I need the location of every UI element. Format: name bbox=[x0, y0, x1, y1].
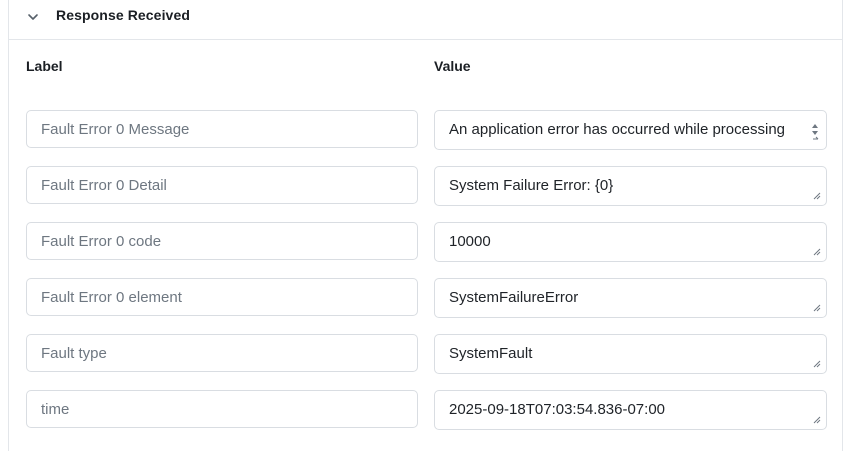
value-textarea[interactable]: SystemFailureError bbox=[434, 278, 827, 318]
section-title: Response Received bbox=[56, 7, 190, 23]
value-text: SystemFault bbox=[449, 345, 533, 362]
resize-handle-icon[interactable] bbox=[813, 416, 821, 424]
scroll-arrows-icon[interactable] bbox=[811, 122, 819, 140]
value-text: 2025-09-18T07:03:54.836-07:00 bbox=[449, 401, 666, 418]
value-text: An application error has occurred while … bbox=[449, 121, 786, 138]
resize-handle-icon[interactable] bbox=[813, 304, 821, 312]
value-text: 10000 bbox=[449, 233, 491, 250]
value-textarea[interactable]: 10000 bbox=[434, 222, 827, 262]
label-input[interactable]: Fault Error 0 Message bbox=[26, 110, 418, 148]
label-input[interactable]: time bbox=[26, 390, 418, 428]
chevron-down-icon[interactable] bbox=[25, 9, 41, 25]
resize-handle-icon[interactable] bbox=[813, 360, 821, 368]
value-text: SystemFailureError bbox=[449, 289, 579, 306]
value-textarea[interactable]: 2025-09-18T07:03:54.836-07:00 bbox=[434, 390, 827, 430]
value-textarea[interactable]: System Failure Error: {0} bbox=[434, 166, 827, 206]
section-header[interactable]: Response Received bbox=[9, 0, 842, 40]
label-input[interactable]: Fault Error 0 code bbox=[26, 222, 418, 260]
resize-handle-icon[interactable] bbox=[813, 192, 821, 200]
value-textarea[interactable]: An application error has occurred while … bbox=[434, 110, 827, 150]
label-column-header: Label bbox=[26, 58, 63, 74]
label-input[interactable]: Fault Error 0 element bbox=[26, 278, 418, 316]
label-input[interactable]: Fault type bbox=[26, 334, 418, 372]
value-column-header: Value bbox=[434, 58, 471, 74]
response-received-panel: Response Received Label Value Fault Erro… bbox=[8, 0, 843, 451]
value-textarea[interactable]: SystemFault bbox=[434, 334, 827, 374]
value-text: System Failure Error: {0} bbox=[449, 177, 614, 194]
label-input[interactable]: Fault Error 0 Detail bbox=[26, 166, 418, 204]
resize-handle-icon[interactable] bbox=[813, 248, 821, 256]
